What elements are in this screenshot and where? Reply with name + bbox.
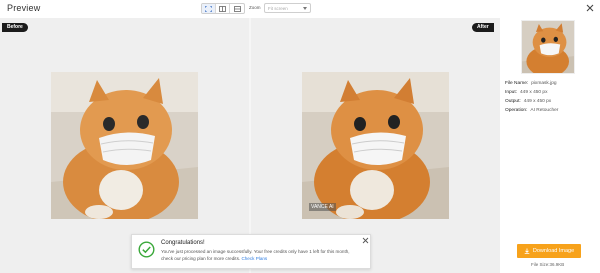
after-badge: After <box>472 23 494 32</box>
zoom-select-value: Fit screen <box>268 6 288 11</box>
zoom-label: Zoom <box>249 5 261 10</box>
stacked-view-button[interactable] <box>230 4 244 13</box>
side-by-side-icon <box>219 5 226 12</box>
view-mode-toggle <box>201 3 245 14</box>
operation-label: Operation: <box>505 108 528 113</box>
close-icon[interactable] <box>585 3 595 13</box>
stacked-view-icon <box>233 5 241 12</box>
file-name-row: File Name: pixmask.jpg <box>505 81 557 86</box>
top-bar: Preview Zoom Fit screen <box>0 0 600 18</box>
before-image <box>51 72 198 219</box>
toast-title: Congratulations! <box>161 240 205 246</box>
success-toast: Congratulations! You've just processed a… <box>131 234 371 269</box>
download-button-label: Download Image <box>532 248 575 254</box>
side-by-side-button[interactable] <box>216 4 230 13</box>
operation-value: AI Retoucher <box>530 108 559 113</box>
download-image-button[interactable]: Download Image <box>517 244 581 258</box>
chevron-down-icon <box>303 7 307 10</box>
file-name-label: File Name: <box>505 81 529 86</box>
zoom-select[interactable]: Fit screen <box>264 3 311 13</box>
operation-row: Operation: AI Retoucher <box>505 108 558 113</box>
input-size-row: Input: 449 x 450 px <box>505 90 548 95</box>
output-size-row: Output: 449 x 450 px <box>505 99 551 104</box>
page-title: Preview <box>7 3 41 13</box>
input-value: 449 x 450 px <box>520 90 548 95</box>
check-plans-link[interactable]: Check Plans <box>241 256 267 261</box>
toast-close-icon[interactable] <box>362 237 369 244</box>
split-view-button[interactable] <box>202 4 216 13</box>
after-image <box>302 72 449 219</box>
before-badge: Before <box>2 23 28 32</box>
file-size: File Size:36.9KB <box>531 262 565 267</box>
download-icon <box>524 248 530 254</box>
result-thumbnail <box>521 20 575 74</box>
toast-body: You've just processed an image successfu… <box>161 248 361 262</box>
watermark: VANCE AI <box>309 203 336 211</box>
output-label: Output: <box>505 99 521 104</box>
check-circle-icon <box>138 241 155 258</box>
split-view-icon <box>205 5 212 12</box>
output-value: 449 x 450 px <box>523 99 552 104</box>
input-label: Input: <box>505 90 518 95</box>
file-name-value: pixmask.jpg <box>531 81 557 86</box>
